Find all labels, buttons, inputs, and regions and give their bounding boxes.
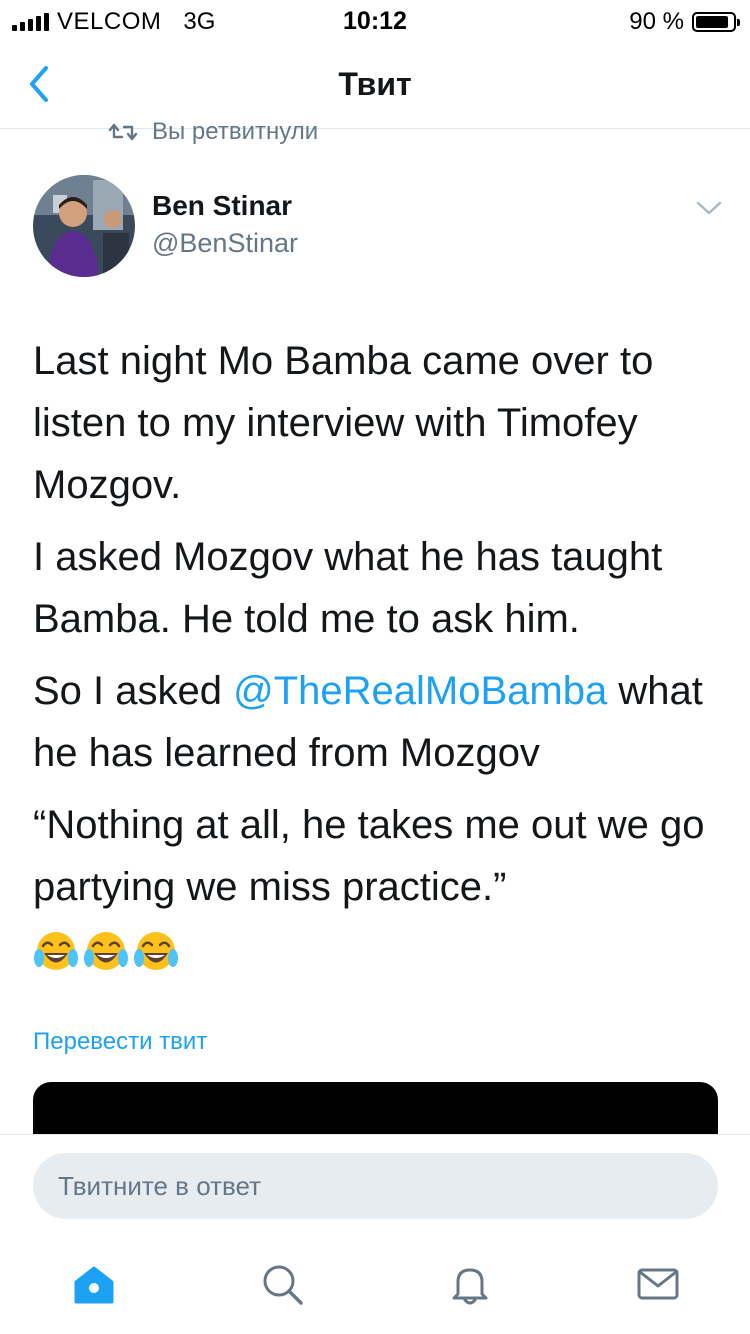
author-name[interactable]: Ben Stinar [152,190,292,222]
retweet-icon [108,123,138,141]
avatar[interactable] [33,175,135,277]
tab-home[interactable] [70,1260,118,1308]
tweet-paragraph: “Nothing at all, he takes me out we go p… [33,803,705,909]
author-handle[interactable]: @BenStinar [152,228,298,259]
retweet-context: Вы ретвитнули [108,118,318,146]
mention-link[interactable]: @TheRealMoBamba [233,669,607,713]
battery-percent: 90 % [629,8,684,35]
tweet-text-fragment: So I asked [33,669,234,713]
battery-fill [696,16,729,28]
envelope-icon [637,1268,679,1300]
navigation-bar: Твит [0,40,750,129]
search-icon [263,1265,303,1305]
battery-icon [692,12,740,32]
tears-of-joy-emoji-icon [84,932,128,970]
tab-bar [0,1236,750,1334]
reply-bar: Твитните в ответ [0,1134,750,1235]
translate-tweet-link[interactable]: Перевести твит [33,1028,207,1056]
reply-input[interactable]: Твитните в ответ [33,1153,718,1219]
tweet-paragraph: Last night Mo Bamba came over to listen … [33,339,654,507]
tweet-options-button[interactable] [694,198,724,220]
tab-notifications[interactable] [446,1260,494,1308]
tweet-paragraph: I asked Mozgov what he has taught Bamba. … [33,535,663,641]
status-bar: VELCOM 3G 10:12 90 % [0,0,750,40]
tab-messages[interactable] [634,1260,682,1308]
tears-of-joy-emoji-icon [134,932,178,970]
chevron-down-icon [696,201,722,215]
tweet-text: Last night Mo Bamba came over to listen … [33,330,723,974]
status-right: 90 % [629,8,740,36]
emoji-row [33,928,723,974]
home-icon [74,1266,114,1304]
profile-photo [33,175,135,277]
page-title: Твит [338,66,412,102]
tears-of-joy-emoji-icon [34,932,78,970]
tab-search[interactable] [258,1260,306,1308]
tweet-paragraph: So I asked @TheRealMoBamba what he has l… [33,660,723,784]
tweet-media[interactable] [33,1082,718,1142]
retweet-context-text: Вы ретвитнули [152,118,319,145]
bell-icon [452,1268,488,1305]
